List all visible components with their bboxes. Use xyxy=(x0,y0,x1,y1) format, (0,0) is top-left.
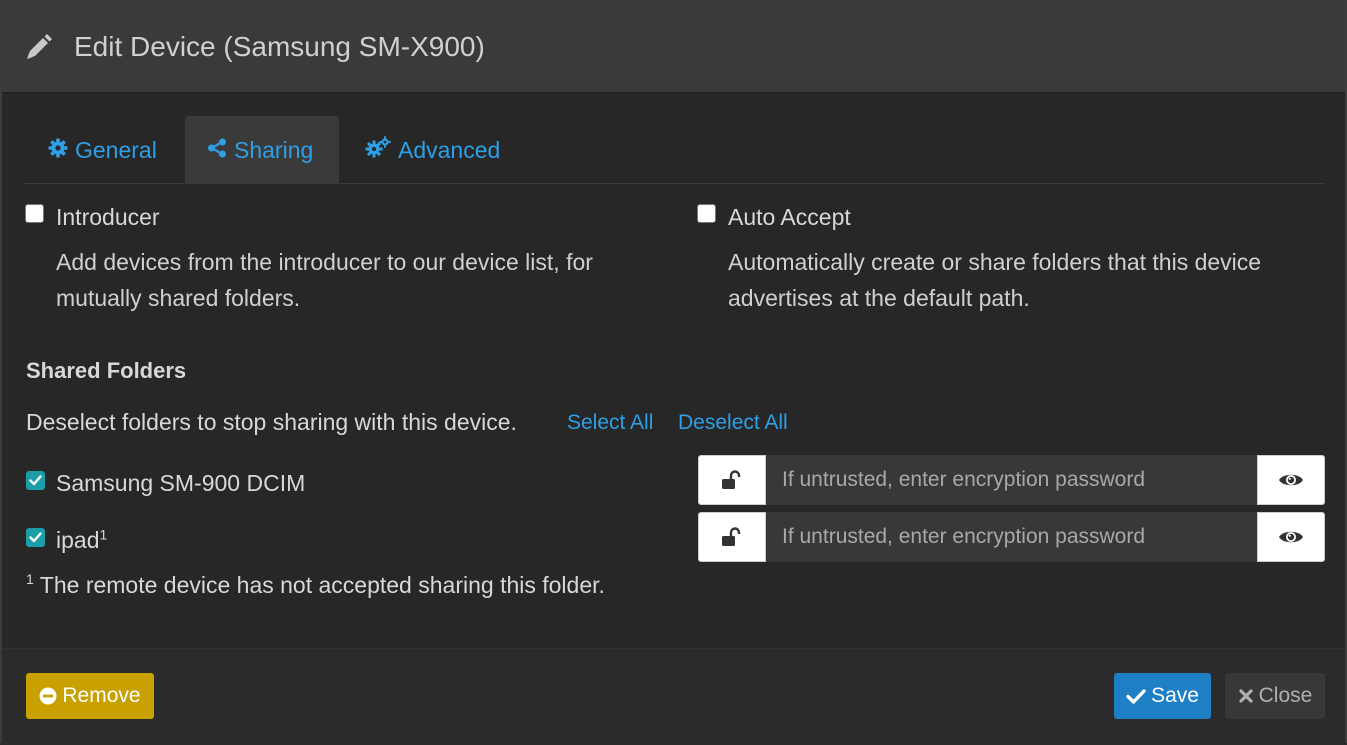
dialog-title: Edit Device (Samsung SM-X900) xyxy=(74,31,485,62)
folder-name: ipad xyxy=(56,527,100,553)
unlock-icon xyxy=(722,527,741,546)
check-icon xyxy=(1126,689,1146,704)
folder-label-samsung-dcim: Samsung SM-900 DCIM xyxy=(56,470,305,497)
encryption-password-input[interactable] xyxy=(766,512,1257,562)
share-icon xyxy=(207,137,234,164)
tab-general[interactable]: General xyxy=(24,116,184,184)
tab-sharing[interactable]: Sharing xyxy=(185,116,339,184)
auto-accept-label: Auto Accept xyxy=(728,204,851,230)
show-password-button[interactable] xyxy=(1257,512,1325,562)
password-group-samsung-dcim xyxy=(698,455,1325,505)
password-group-ipad xyxy=(698,512,1325,562)
shared-folders-title: Shared Folders xyxy=(26,358,187,383)
footnote-text: The remote device has not accepted shari… xyxy=(39,572,605,598)
folder-checkbox-samsung-dcim[interactable] xyxy=(26,471,45,490)
dialog-header: Edit Device (Samsung SM-X900) xyxy=(2,2,1345,93)
eye-icon xyxy=(1279,474,1303,486)
close-button[interactable]: Close xyxy=(1225,673,1325,719)
auto-accept-help: Automatically create or share folders th… xyxy=(728,249,1262,311)
gear-icon xyxy=(48,137,75,164)
shared-folders-instructions: Deselect folders to stop sharing with th… xyxy=(26,409,517,435)
deselect-all-link[interactable]: Deselect All xyxy=(678,411,788,435)
edit-device-dialog: Edit Device (Samsung SM-X900) General Sh… xyxy=(0,0,1347,745)
folder-label-ipad: ipad1 xyxy=(56,527,107,554)
unlock-icon xyxy=(722,470,741,489)
introducer-help: Add devices from the introducer to our d… xyxy=(56,249,593,311)
tab-bar: General Sharing Advanced xyxy=(24,116,1325,184)
remove-label: Remove xyxy=(62,684,141,707)
footnote-marker: 1 xyxy=(26,571,34,588)
gears-icon xyxy=(365,136,398,164)
save-button[interactable]: Save xyxy=(1114,673,1211,719)
folder-checkbox-ipad[interactable] xyxy=(26,528,45,547)
eye-icon xyxy=(1279,531,1303,543)
show-password-button[interactable] xyxy=(1257,455,1325,505)
unlock-button[interactable] xyxy=(698,455,766,505)
footnote-marker: 1 xyxy=(99,526,108,543)
close-icon xyxy=(1239,689,1253,703)
checkmark-icon xyxy=(29,475,42,486)
pencil-icon xyxy=(24,32,52,62)
tab-advanced[interactable]: Advanced xyxy=(339,116,539,184)
save-label: Save xyxy=(1151,684,1199,707)
introducer-checkbox[interactable] xyxy=(25,204,44,223)
footnote: 1 The remote device has not accepted shar… xyxy=(26,572,605,599)
close-label: Close xyxy=(1258,684,1313,707)
minus-circle-icon xyxy=(39,687,57,705)
select-all-link[interactable]: Select All xyxy=(567,411,653,435)
auto-accept-checkbox[interactable] xyxy=(697,204,716,223)
encryption-password-input[interactable] xyxy=(766,455,1257,505)
unlock-button[interactable] xyxy=(698,512,766,562)
introducer-label: Introducer xyxy=(56,204,160,230)
tab-general-label: General xyxy=(75,136,157,163)
checkmark-icon xyxy=(29,532,42,543)
folder-name: Samsung SM-900 DCIM xyxy=(56,470,306,496)
tab-sharing-label: Sharing xyxy=(234,136,314,163)
tab-advanced-label: Advanced xyxy=(398,136,501,163)
remove-button[interactable]: Remove xyxy=(26,673,154,719)
